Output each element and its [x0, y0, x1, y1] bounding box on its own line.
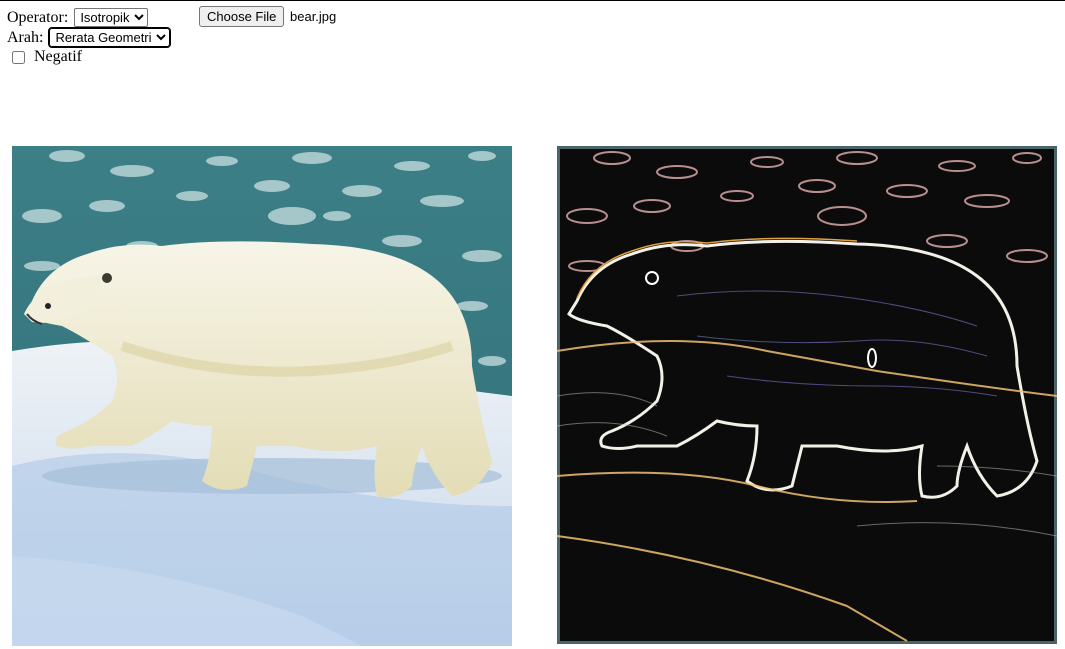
original-image — [12, 146, 512, 646]
arah-select[interactable]: Rerata Geometri — [48, 27, 172, 48]
file-input: Choose File bear.jpg — [199, 6, 336, 27]
negatif-label: Negatif — [34, 48, 82, 66]
operator-row: Operator: Isotropik — [7, 8, 149, 27]
file-name: bear.jpg — [290, 9, 337, 24]
negatif-checkbox[interactable] — [12, 50, 25, 64]
arah-label: Arah: — [7, 28, 44, 46]
operator-label: Operator: — [7, 8, 69, 26]
arah-row: Arah: Rerata Geometri — [7, 27, 172, 48]
processed-image — [557, 146, 1057, 644]
polar-bear-photo-icon — [12, 146, 512, 646]
negatif-row: Negatif — [10, 48, 82, 66]
choose-file-button[interactable]: Choose File — [199, 6, 285, 27]
page: Operator: Isotropik Arah: Rerata Geometr… — [0, 0, 1065, 649]
edge-detected-polar-bear-icon — [557, 146, 1057, 644]
operator-select[interactable]: Isotropik — [74, 8, 149, 27]
